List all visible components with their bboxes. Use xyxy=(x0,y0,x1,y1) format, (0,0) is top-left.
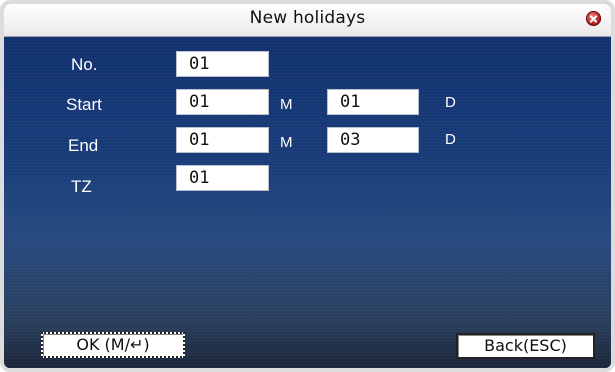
close-icon[interactable] xyxy=(586,11,601,26)
title-bar: New holidays xyxy=(4,4,611,37)
end-day-field[interactable]: 03 xyxy=(327,127,419,153)
form-panel: No. 01 Start 01 M 01 D End 01 M 03 D TZ … xyxy=(4,37,611,368)
no-label: No. xyxy=(71,55,98,74)
no-field[interactable]: 01 xyxy=(176,51,269,77)
ok-button[interactable]: OK (M/↵) xyxy=(41,332,185,358)
tz-field[interactable]: 01 xyxy=(176,165,269,191)
tz-label: TZ xyxy=(71,177,92,196)
start-day-field[interactable]: 01 xyxy=(327,89,419,115)
back-button[interactable]: Back(ESC) xyxy=(456,333,595,359)
end-month-unit: M xyxy=(280,134,293,151)
end-day-unit: D xyxy=(445,131,456,148)
end-month-field[interactable]: 01 xyxy=(176,127,269,153)
start-month-unit: M xyxy=(280,96,293,113)
start-day-unit: D xyxy=(445,94,456,111)
device-screen: New holidays No. 01 Start 01 M 01 D End … xyxy=(0,0,615,372)
start-month-field[interactable]: 01 xyxy=(176,89,269,115)
end-label: End xyxy=(68,136,99,155)
start-label: Start xyxy=(66,95,102,114)
window-title: New holidays xyxy=(249,8,366,28)
